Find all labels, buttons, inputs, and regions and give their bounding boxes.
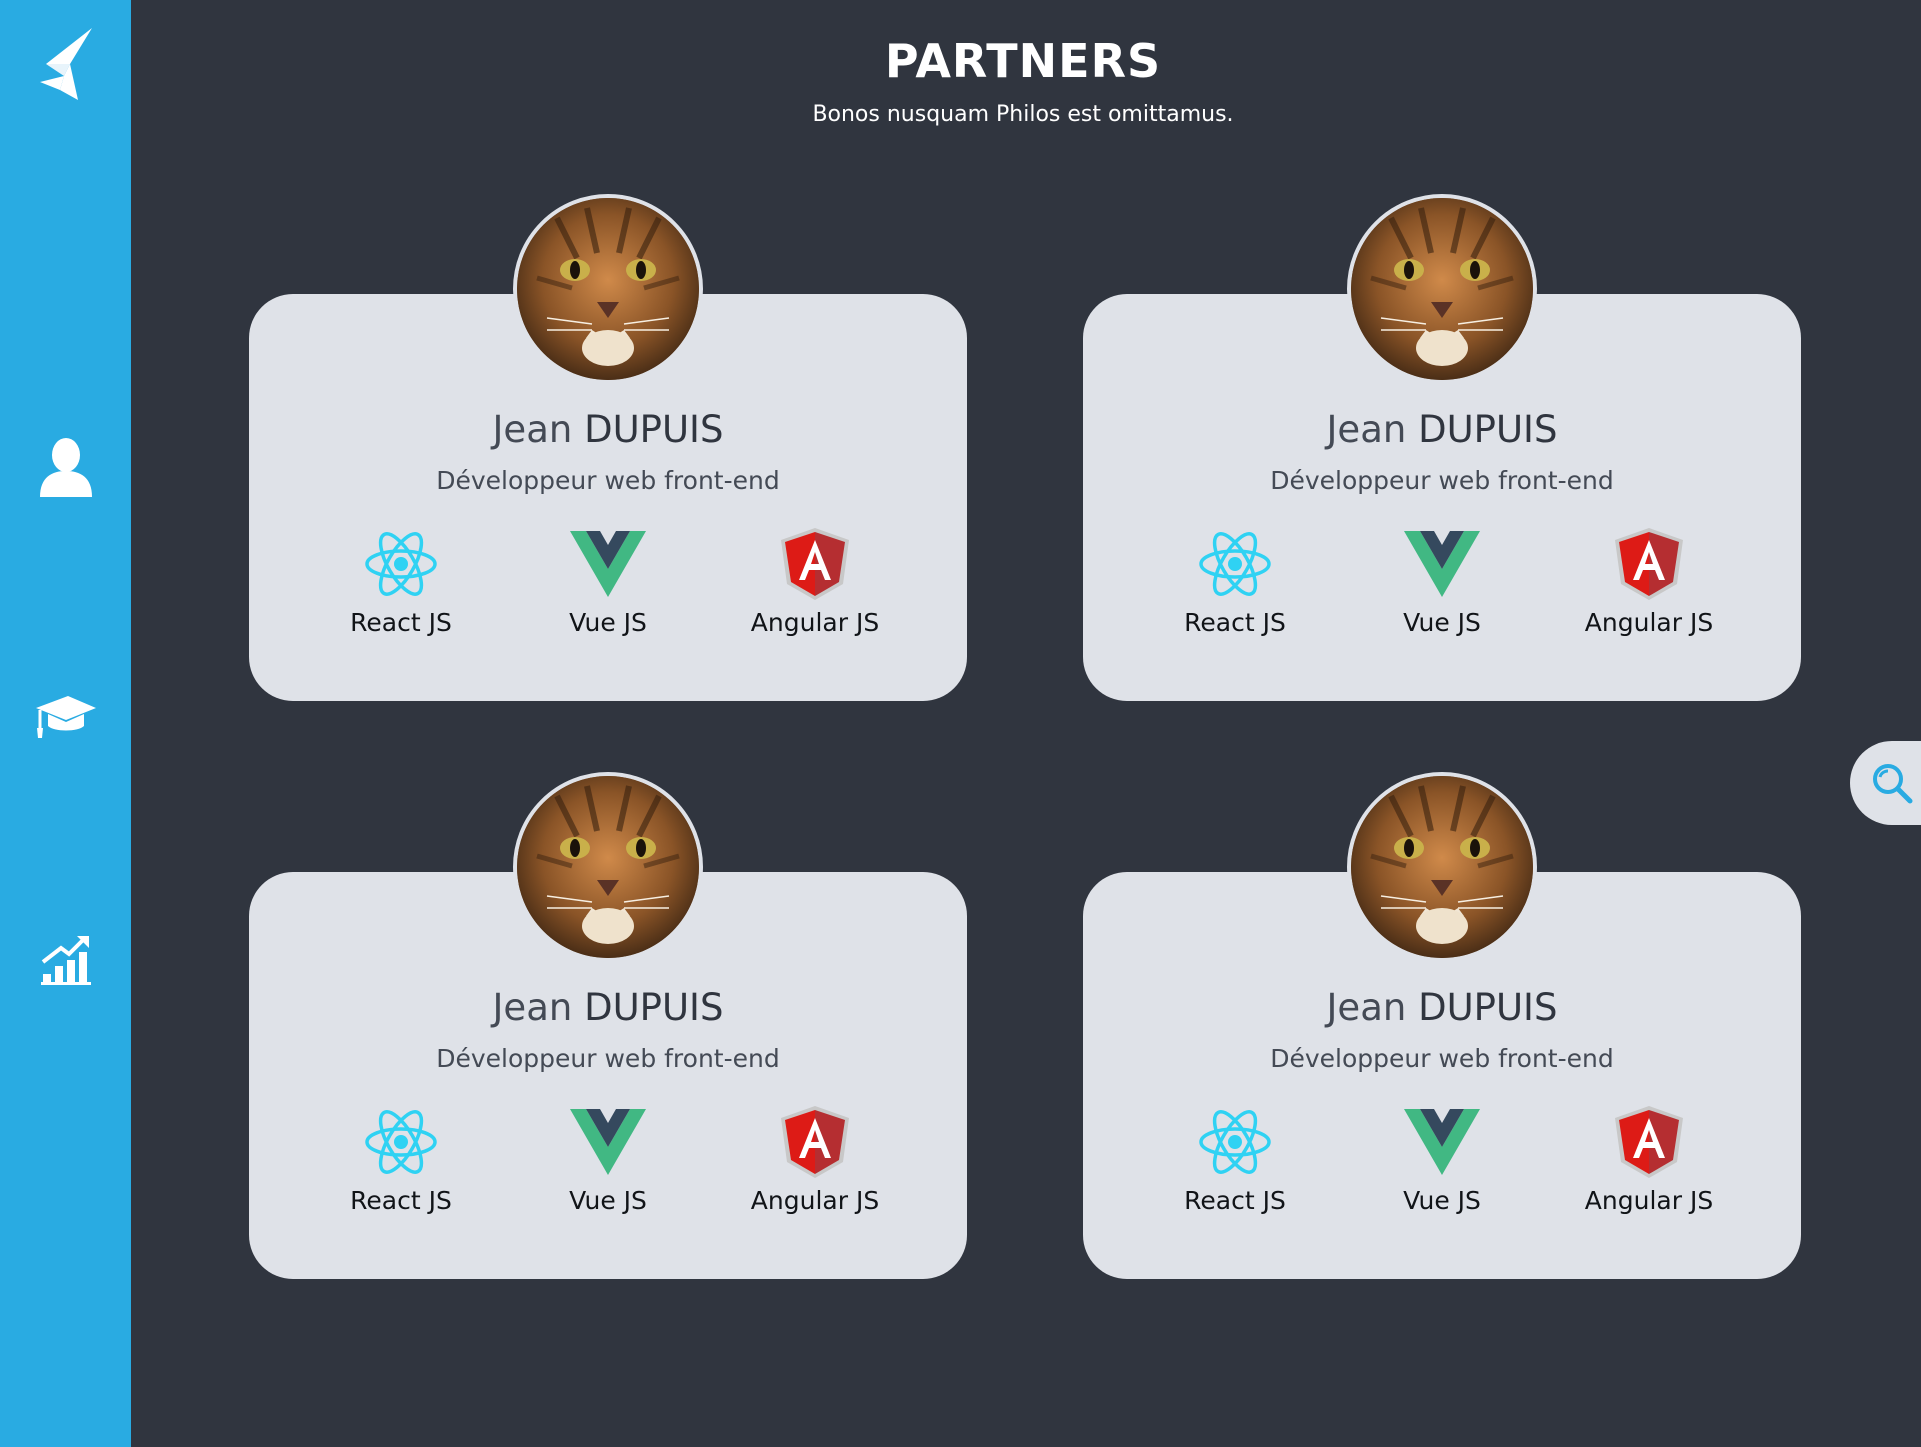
partner-name: Jean DUPUIS bbox=[249, 408, 967, 451]
skill-vue: Vue JS bbox=[508, 528, 708, 637]
vue-icon bbox=[508, 1106, 708, 1178]
partner-name: Jean DUPUIS bbox=[249, 986, 967, 1029]
skill-label: Vue JS bbox=[569, 608, 647, 637]
skill-label: React JS bbox=[1184, 1186, 1286, 1215]
skill-angular: Angular JS bbox=[1549, 1106, 1749, 1215]
skill-label: React JS bbox=[1184, 608, 1286, 637]
angular-icon bbox=[1549, 1106, 1749, 1178]
partner-last-name: DUPUIS bbox=[584, 408, 724, 451]
avatar bbox=[513, 772, 703, 962]
angular-icon bbox=[715, 528, 915, 600]
react-icon bbox=[1135, 1106, 1335, 1178]
logo-icon[interactable] bbox=[0, 24, 131, 100]
sidebar bbox=[0, 0, 131, 1447]
skill-label: Angular JS bbox=[1584, 608, 1714, 637]
skill-label: Vue JS bbox=[569, 1186, 647, 1215]
partner-last-name: DUPUIS bbox=[584, 986, 724, 1029]
skill-label: Vue JS bbox=[1403, 1186, 1481, 1215]
skill-label: Vue JS bbox=[1403, 608, 1481, 637]
skill-angular: Angular JS bbox=[715, 528, 915, 637]
skill-vue: Vue JS bbox=[508, 1106, 708, 1215]
skill-vue: Vue JS bbox=[1342, 1106, 1542, 1215]
graduation-cap-icon[interactable] bbox=[0, 690, 131, 742]
skill-label: React JS bbox=[350, 1186, 452, 1215]
partner-first-name: Jean bbox=[492, 986, 573, 1029]
skill-label: React JS bbox=[350, 608, 452, 637]
vue-icon bbox=[508, 528, 708, 600]
growth-chart-icon[interactable] bbox=[0, 930, 131, 988]
skill-angular: Angular JS bbox=[1549, 528, 1749, 637]
skill-react: React JS bbox=[1135, 528, 1335, 637]
partner-last-name: DUPUIS bbox=[1418, 986, 1558, 1029]
skill-vue: Vue JS bbox=[1342, 528, 1542, 637]
page-title: PARTNERS bbox=[884, 34, 1162, 88]
react-icon bbox=[301, 528, 501, 600]
partner-first-name: Jean bbox=[492, 408, 573, 451]
partner-name: Jean DUPUIS bbox=[1083, 408, 1801, 451]
partner-name: Jean DUPUIS bbox=[1083, 986, 1801, 1029]
skill-label: Angular JS bbox=[750, 608, 880, 637]
main-content: PARTNERS Bonos nusquam Philos est omitta… bbox=[131, 0, 1921, 1447]
partner-role: Développeur web front-end bbox=[1270, 1044, 1614, 1073]
partner-role: Développeur web front-end bbox=[1270, 466, 1614, 495]
angular-icon bbox=[715, 1106, 915, 1178]
user-icon[interactable] bbox=[0, 436, 131, 500]
avatar bbox=[1347, 772, 1537, 962]
page-subtitle: Bonos nusquam Philos est omittamus. bbox=[812, 102, 1234, 127]
partner-role: Développeur web front-end bbox=[436, 466, 780, 495]
partner-first-name: Jean bbox=[1326, 986, 1407, 1029]
skill-label: Angular JS bbox=[1584, 1186, 1714, 1215]
avatar bbox=[513, 194, 703, 384]
partner-last-name: DUPUIS bbox=[1418, 408, 1558, 451]
vue-icon bbox=[1342, 528, 1542, 600]
avatar bbox=[1347, 194, 1537, 384]
search-icon bbox=[1873, 764, 1913, 804]
angular-icon bbox=[1549, 528, 1749, 600]
skill-angular: Angular JS bbox=[715, 1106, 915, 1215]
skill-label: Angular JS bbox=[750, 1186, 880, 1215]
partner-first-name: Jean bbox=[1326, 408, 1407, 451]
react-icon bbox=[301, 1106, 501, 1178]
partner-role: Développeur web front-end bbox=[436, 1044, 780, 1073]
skill-react: React JS bbox=[301, 1106, 501, 1215]
skill-react: React JS bbox=[1135, 1106, 1335, 1215]
react-icon bbox=[1135, 528, 1335, 600]
skill-react: React JS bbox=[301, 528, 501, 637]
vue-icon bbox=[1342, 1106, 1542, 1178]
